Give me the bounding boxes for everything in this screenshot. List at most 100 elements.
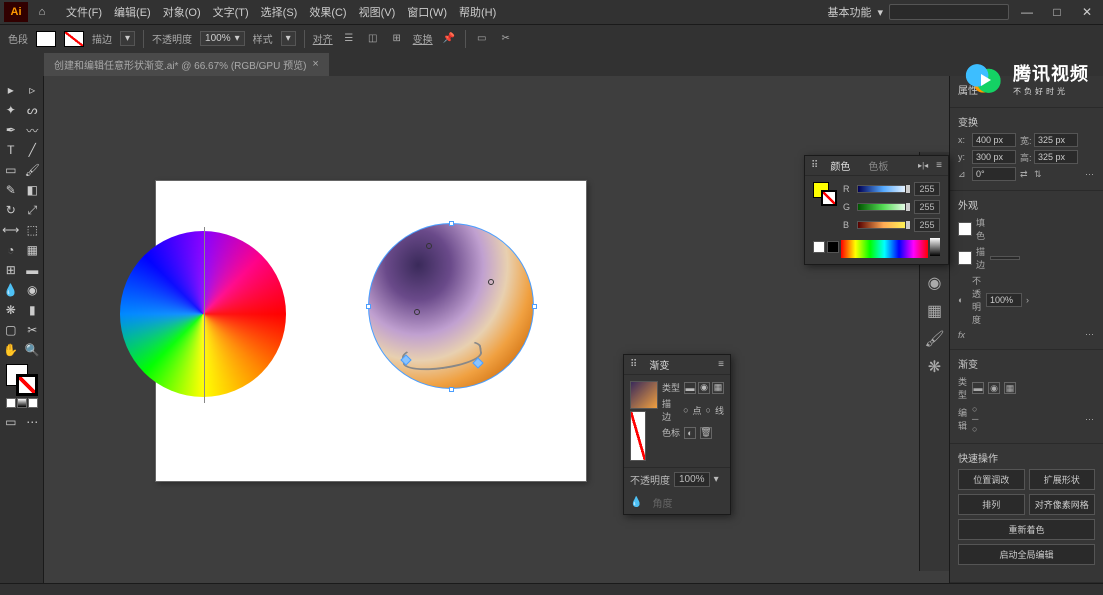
blend-tool[interactable]: ◉ xyxy=(22,280,44,300)
menu-help[interactable]: 帮助(H) xyxy=(453,4,502,20)
stroke-color[interactable] xyxy=(821,190,837,206)
minimize-icon[interactable]: — xyxy=(1015,3,1039,21)
type-tool[interactable]: T xyxy=(0,140,22,160)
symbols-icon[interactable]: ❋ xyxy=(926,358,944,376)
none-mode-icon[interactable] xyxy=(28,398,38,408)
search-input[interactable] xyxy=(889,4,1009,20)
home-icon[interactable]: ⌂ xyxy=(32,3,52,21)
color-stop[interactable] xyxy=(414,309,420,315)
mesh-tool[interactable]: ⊞ xyxy=(0,260,22,280)
fill-stroke-control[interactable] xyxy=(4,364,40,396)
shape-icon[interactable]: ◫ xyxy=(365,31,381,47)
color-icon[interactable]: ◉ xyxy=(926,274,944,292)
perspective-tool[interactable]: ▦ xyxy=(22,240,44,260)
more-icon[interactable]: ⋯ xyxy=(1085,414,1095,425)
stroke-swatch[interactable] xyxy=(64,31,84,47)
eraser-tool[interactable]: ◧ xyxy=(22,180,44,200)
crop-icon[interactable]: ✂ xyxy=(498,31,514,47)
close-icon[interactable]: ✕ xyxy=(1075,3,1099,21)
brushes-icon[interactable]: 🖌 xyxy=(926,330,944,348)
anchor-point[interactable] xyxy=(449,387,454,392)
width-tool[interactable]: ⟷ xyxy=(0,220,22,240)
menu-edit[interactable]: 编辑(E) xyxy=(108,4,157,20)
maximize-icon[interactable]: □ xyxy=(1045,3,1069,21)
gradient-preview[interactable] xyxy=(630,381,658,409)
align-pixel-button[interactable]: 对齐像素网格 xyxy=(1029,494,1096,515)
color-panel[interactable]: ⠿ 颜色 色板 ▸|◂ ≡ R255 G255 B255 xyxy=(804,155,949,265)
more-icon[interactable]: ⋯ xyxy=(1085,329,1095,340)
anchor-point[interactable] xyxy=(366,304,371,309)
radial-icon[interactable]: ◉ xyxy=(988,382,1000,394)
magic-wand-tool[interactable]: ✦ xyxy=(0,100,22,120)
eyedropper-icon[interactable]: 💧 xyxy=(630,497,642,508)
isolate-icon[interactable]: ▭ xyxy=(474,31,490,47)
zoom-tool[interactable]: 🔍 xyxy=(22,340,44,360)
style-dropdown[interactable]: ▾ xyxy=(281,31,296,46)
dots-icon[interactable]: ⠿ xyxy=(811,160,818,171)
menu-view[interactable]: 视图(V) xyxy=(353,4,402,20)
shape-builder-tool[interactable]: ◔ xyxy=(0,240,22,260)
more-icon[interactable]: ⋯ xyxy=(1085,169,1095,180)
line-tool[interactable]: ╱ xyxy=(22,140,44,160)
stroke-color[interactable] xyxy=(16,374,38,396)
g-slider[interactable] xyxy=(857,203,910,211)
eyedropper-tool[interactable]: 💧 xyxy=(0,280,22,300)
flip-h-icon[interactable]: ⇄ xyxy=(1020,169,1030,180)
x-field[interactable]: 400 px xyxy=(972,133,1016,147)
pen-tool[interactable]: ✒ xyxy=(0,120,22,140)
anchor-point[interactable] xyxy=(532,304,537,309)
menu-file[interactable]: 文件(F) xyxy=(60,4,108,20)
bw-ramp[interactable] xyxy=(930,238,940,256)
gradient-tool[interactable]: ▬ xyxy=(22,260,44,280)
direct-selection-tool[interactable]: ▹ xyxy=(22,80,44,100)
workspace-switcher[interactable]: 基本功能 xyxy=(827,4,871,20)
y-field[interactable]: 300 px xyxy=(972,150,1016,164)
distribute-icon[interactable]: ⊞ xyxy=(389,31,405,47)
gradient-mode-icon[interactable] xyxy=(17,398,27,408)
h-field[interactable]: 325 px xyxy=(1034,150,1078,164)
g-value[interactable]: 255 xyxy=(914,200,940,214)
collapse-icon[interactable]: ▸|◂ xyxy=(918,161,928,170)
anchor-point[interactable] xyxy=(449,221,454,226)
artboard-tool[interactable]: ▢ xyxy=(0,320,22,340)
none-swatch[interactable] xyxy=(813,241,825,253)
symbol-sprayer-tool[interactable]: ❋ xyxy=(0,300,22,320)
freeform-gradient-icon[interactable]: ▦ xyxy=(712,382,724,394)
color-tab[interactable]: 颜色 xyxy=(826,156,854,175)
linear-gradient-icon[interactable]: ▬ xyxy=(684,382,696,394)
offset-path-button[interactable]: 位置调改 xyxy=(958,469,1025,490)
pin-icon[interactable]: 📌 xyxy=(441,31,457,47)
dots-icon[interactable]: ⠿ xyxy=(630,359,637,370)
color-spectrum[interactable] xyxy=(841,240,928,258)
r-slider[interactable] xyxy=(857,185,910,193)
panel-menu-icon[interactable]: ≡ xyxy=(718,359,724,370)
stroke-weight-dropdown[interactable]: ▾ xyxy=(120,31,135,46)
black-swatch[interactable] xyxy=(827,241,839,253)
menu-effect[interactable]: 效果(C) xyxy=(303,4,352,20)
swatches-tab[interactable]: 色板 xyxy=(864,156,892,175)
flip-v-icon[interactable]: ⇅ xyxy=(1034,169,1044,180)
b-slider[interactable] xyxy=(857,221,910,229)
swatches-icon[interactable]: ▦ xyxy=(926,302,944,320)
stroke-swatch[interactable] xyxy=(958,251,972,265)
slice-tool[interactable]: ✂ xyxy=(22,320,44,340)
delete-stop-icon[interactable]: 🗑 xyxy=(700,427,712,439)
menu-select[interactable]: 选择(S) xyxy=(255,4,304,20)
menu-type[interactable]: 文字(T) xyxy=(207,4,255,20)
r-value[interactable]: 255 xyxy=(914,182,940,196)
add-stop-icon[interactable]: ◐ xyxy=(684,427,696,439)
curvature-tool[interactable]: 〰 xyxy=(22,120,44,140)
fill-swatch[interactable] xyxy=(36,31,56,47)
freeform-icon[interactable]: ▦ xyxy=(1004,382,1016,394)
opacity-dropdown[interactable]: 100%▾ xyxy=(200,31,245,46)
column-graph-tool[interactable]: ▮ xyxy=(22,300,44,320)
opacity-field[interactable]: 100% xyxy=(986,293,1022,307)
panel-header[interactable]: ⠿ 渐变 ≡ xyxy=(624,355,730,375)
opacity-value[interactable]: 100% xyxy=(674,472,710,487)
document-tab[interactable]: 创建和编辑任意形状渐变.ai* @ 66.67% (RGB/GPU 预览) × xyxy=(44,53,329,76)
menu-object[interactable]: 对象(O) xyxy=(157,4,207,20)
canvas[interactable]: ⠿ 渐变 ≡ 类型▬◉▦ 描边○点○线 色标◐🗑 不透明度 100%▾ xyxy=(44,76,949,583)
tab-close-icon[interactable]: × xyxy=(312,58,318,70)
recolor-button[interactable]: 重新着色 xyxy=(958,519,1095,540)
stroke-weight[interactable] xyxy=(990,256,1020,260)
